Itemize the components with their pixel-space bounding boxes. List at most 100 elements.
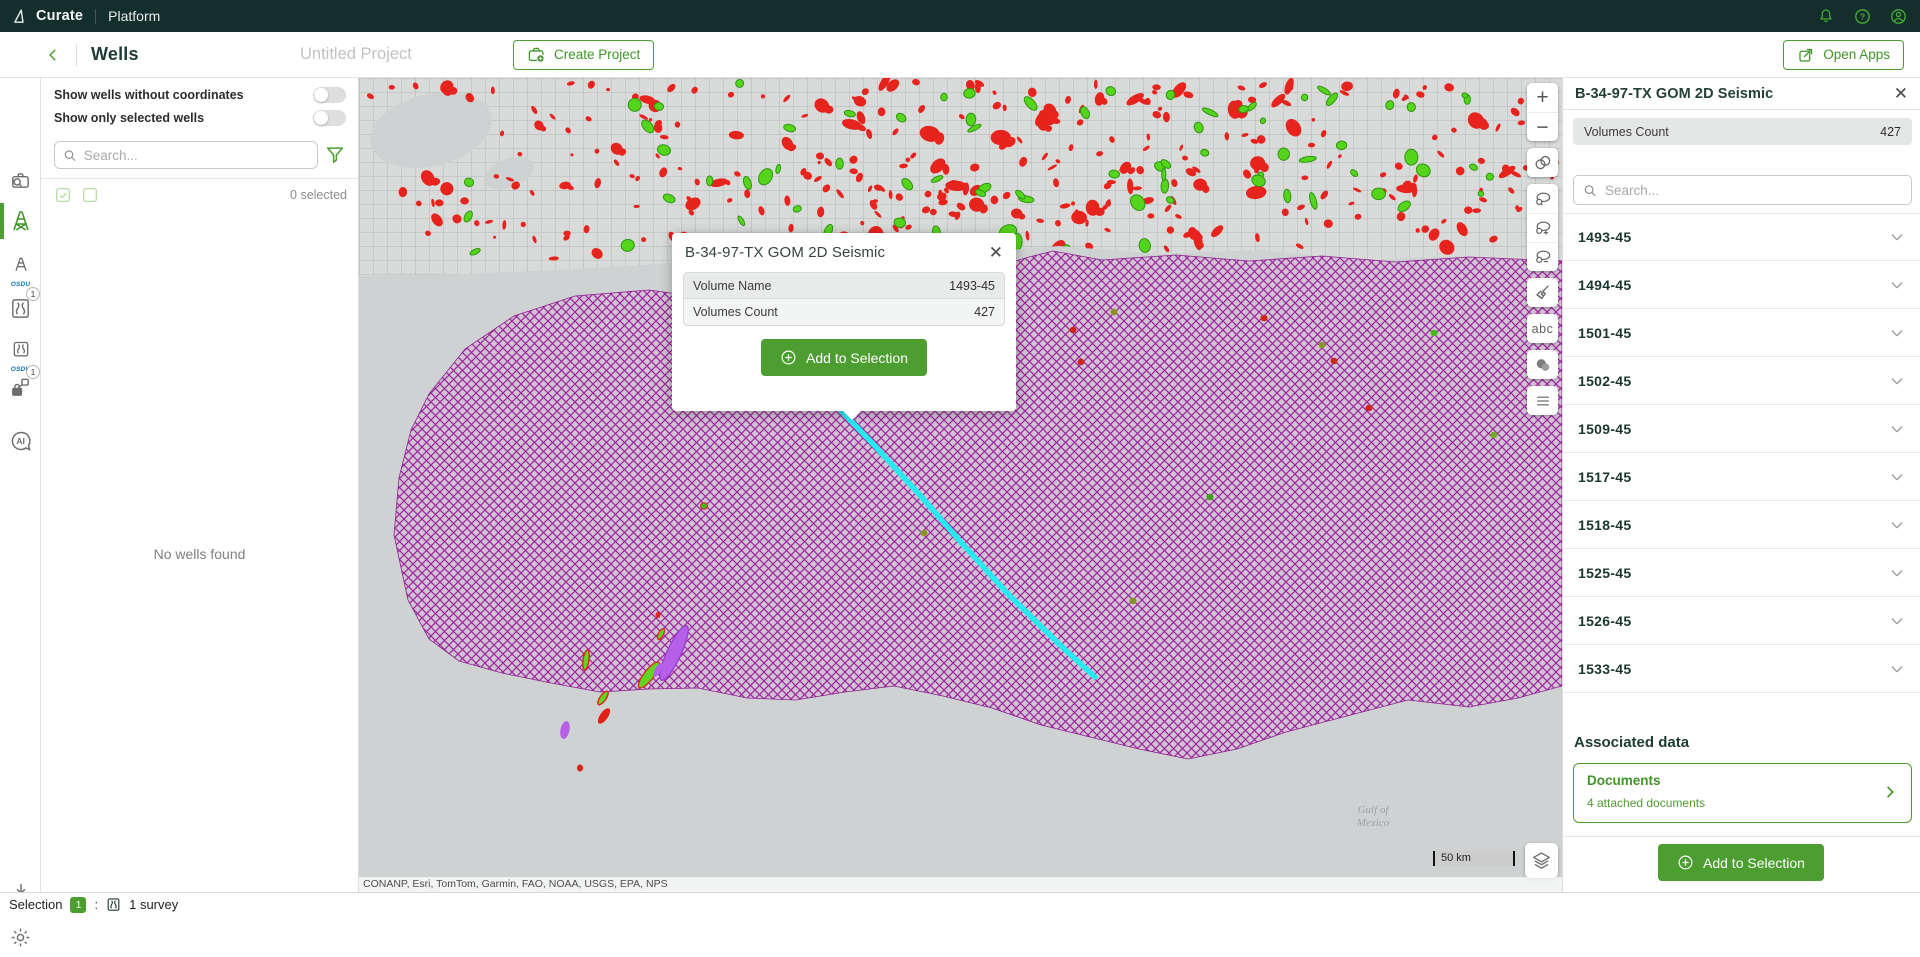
rail-seismic-button[interactable]: 1 xyxy=(0,288,41,328)
panel-add-to-selection-button[interactable]: Add to Selection xyxy=(1658,844,1824,881)
map-toolbar: + − xyxy=(1527,83,1558,415)
popup-attribute-table: Volume Name 1493-45 Volumes Count 427 xyxy=(683,272,1005,326)
layers-button[interactable] xyxy=(1525,843,1558,878)
popup-close-icon[interactable]: ✕ xyxy=(989,244,1003,261)
brand-platform[interactable]: Platform xyxy=(108,8,160,24)
popup-add-to-selection-button[interactable]: Add to Selection xyxy=(761,339,927,376)
lasso-search-button[interactable] xyxy=(1527,184,1558,213)
lasso-add-button[interactable] xyxy=(1527,213,1558,242)
hamburger-menu-icon xyxy=(1534,392,1552,410)
selected-count: 0 selected xyxy=(290,188,347,202)
selection-count-badge: 1 xyxy=(70,897,86,913)
volume-row-1509-45[interactable]: 1509-45 xyxy=(1563,405,1920,453)
associated-data-title: Associated data xyxy=(1574,734,1689,751)
documents-card-title: Documents xyxy=(1587,773,1898,788)
popup-add-label: Add to Selection xyxy=(806,350,908,366)
volumes-search-box xyxy=(1573,175,1912,205)
lasso-subtract-button[interactable] xyxy=(1527,242,1558,271)
volumes-search-input[interactable] xyxy=(1605,183,1902,198)
chevron-right-icon xyxy=(1882,784,1898,805)
ai-chat-icon: AI xyxy=(9,429,33,453)
chevron-down-icon xyxy=(1889,469,1905,485)
rail-wells-button[interactable] xyxy=(0,201,41,241)
attr-label: Volumes Count xyxy=(693,305,778,319)
documents-card[interactable]: Documents 4 attached documents xyxy=(1573,763,1912,823)
seismic-details-panel: B-34-97-TX GOM 2D Seismic ✕ Volumes Coun… xyxy=(1562,78,1920,892)
volume-name: 1509-45 xyxy=(1578,421,1631,437)
zoom-in-button[interactable]: + xyxy=(1527,83,1558,112)
select-all-checkbox-icon[interactable] xyxy=(54,186,72,204)
wells-panel-divider xyxy=(41,178,358,179)
volume-row-1502-45[interactable]: 1502-45 xyxy=(1563,357,1920,405)
brand-curate[interactable]: Curate xyxy=(36,8,83,24)
volume-row-1517-45[interactable]: 1517-45 xyxy=(1563,453,1920,501)
lasso-subtract-icon xyxy=(1533,247,1553,267)
attr-label: Volume Name xyxy=(693,279,772,293)
documents-card-subtitle: 4 attached documents xyxy=(1587,796,1898,810)
filter-funnel-icon[interactable] xyxy=(324,144,346,166)
toggle-no-coords-switch[interactable] xyxy=(313,87,346,103)
chevron-down-icon xyxy=(1889,229,1905,245)
create-project-button[interactable]: Create Project xyxy=(513,40,654,70)
rail-ai-assistant-button[interactable]: AI xyxy=(0,421,41,461)
volume-row-1494-45[interactable]: 1494-45 xyxy=(1563,261,1920,309)
abc-label: abc xyxy=(1532,322,1554,336)
locker-count-badge: 1 xyxy=(26,365,40,379)
basemap-button[interactable] xyxy=(1527,350,1558,379)
gulf-of-mexico-label: Gulf of Mexico xyxy=(1343,804,1403,830)
chevron-down-icon xyxy=(1889,613,1905,629)
rail-wells-osdu-button[interactable]: OSDU xyxy=(0,245,41,285)
toggle-row-only-selected: Show only selected wells xyxy=(54,109,346,127)
search-icon xyxy=(1583,183,1597,198)
open-apps-label: Open Apps xyxy=(1823,47,1890,62)
panel-close-icon[interactable]: ✕ xyxy=(1894,85,1908,102)
volume-row-1493-45[interactable]: 1493-45 xyxy=(1563,213,1920,261)
user-account-icon[interactable] xyxy=(1888,6,1908,26)
plus-circle-icon xyxy=(1677,854,1694,871)
volume-row-1526-45[interactable]: 1526-45 xyxy=(1563,597,1920,645)
chevron-down-icon xyxy=(1889,517,1905,533)
wells-search-input[interactable] xyxy=(84,148,309,163)
popup-title: B-34-97-TX GOM 2D Seismic xyxy=(685,244,885,261)
rail-seismic-osdu-button[interactable]: OSDU xyxy=(0,330,41,370)
notifications-bell-icon[interactable] xyxy=(1816,6,1836,26)
panel-add-label: Add to Selection xyxy=(1703,855,1805,871)
volumes-count-label: Volumes Count xyxy=(1584,125,1669,139)
create-project-label: Create Project xyxy=(554,47,640,62)
rail-project-search-button[interactable] xyxy=(0,160,41,200)
volumes-count-row: Volumes Count 427 xyxy=(1573,118,1912,145)
map-canvas[interactable] xyxy=(359,78,1562,892)
volume-row-1518-45[interactable]: 1518-45 xyxy=(1563,501,1920,549)
project-name[interactable]: Untitled Project xyxy=(300,45,412,64)
page-title: Wells xyxy=(91,44,139,65)
open-apps-button[interactable]: Open Apps xyxy=(1783,40,1904,70)
volumes-list: 1493-45 1494-45 1501-45 1502-45 1509-45 1517-… xyxy=(1563,213,1920,693)
briefcase-search-icon xyxy=(9,169,32,192)
plus-circle-icon xyxy=(780,349,797,366)
volume-row-1501-45[interactable]: 1501-45 xyxy=(1563,309,1920,357)
toggle-only-selected-switch[interactable] xyxy=(313,110,346,126)
zoom-out-button[interactable]: − xyxy=(1527,112,1558,141)
volume-name: 1518-45 xyxy=(1578,517,1631,533)
back-button[interactable] xyxy=(38,40,68,70)
help-icon[interactable]: ? xyxy=(1852,6,1872,26)
map-viewport[interactable]: Gulf of Mexico + − xyxy=(359,78,1562,892)
rail-settings-button[interactable] xyxy=(0,917,41,957)
clear-selection-button[interactable] xyxy=(1527,278,1558,307)
labels-toggle-button[interactable]: abc xyxy=(1527,314,1558,343)
deselect-checkbox-icon[interactable] xyxy=(81,186,99,204)
volume-name: 1501-45 xyxy=(1578,325,1631,341)
rail-data-locker-button[interactable]: 1 xyxy=(0,366,41,406)
volume-row-1533-45[interactable]: 1533-45 xyxy=(1563,645,1920,693)
selection-status-bar: Selection 1 : 1 survey xyxy=(0,892,1920,916)
volume-row-1525-45[interactable]: 1525-45 xyxy=(1563,549,1920,597)
search-icon xyxy=(63,148,77,163)
topbar-divider xyxy=(95,9,96,24)
map-menu-button[interactable] xyxy=(1527,386,1558,415)
volume-name: 1525-45 xyxy=(1578,565,1631,581)
no-wells-message: No wells found xyxy=(41,546,358,562)
shape-select-button[interactable] xyxy=(1527,148,1558,177)
volume-name: 1493-45 xyxy=(1578,229,1631,245)
survey-count-text[interactable]: 1 survey xyxy=(129,897,178,912)
map-scale-bar: 50 km xyxy=(1433,851,1515,866)
